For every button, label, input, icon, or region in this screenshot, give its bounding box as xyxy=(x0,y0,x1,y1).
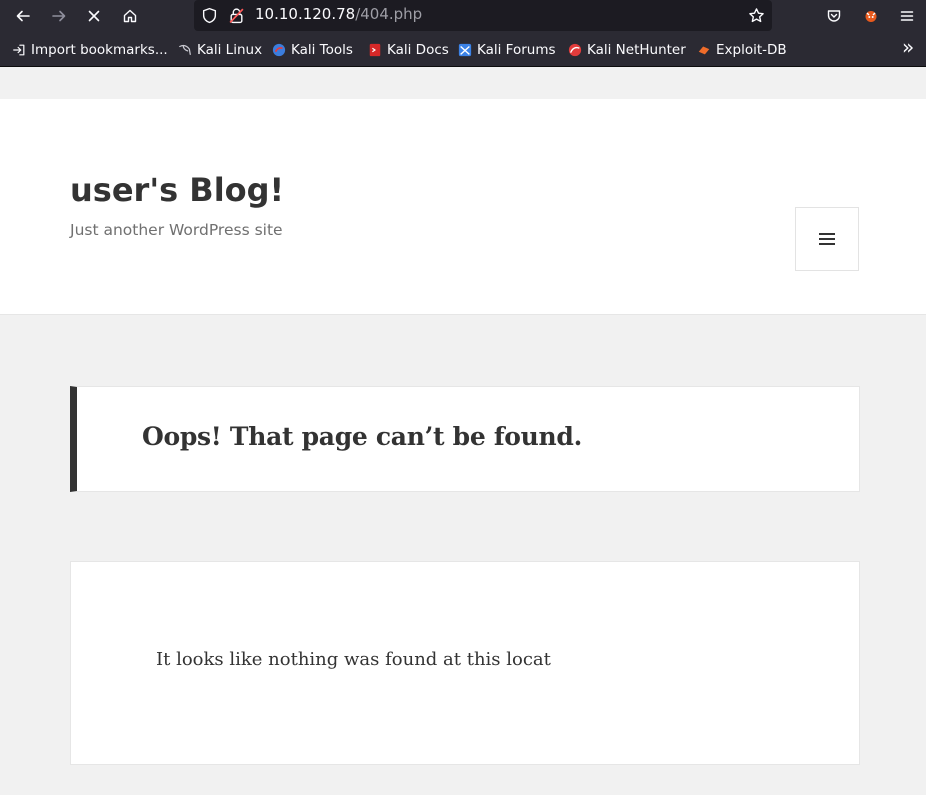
pocket-icon xyxy=(827,10,841,22)
bookmark-kali-linux[interactable]: Kali Linux xyxy=(178,41,262,59)
bookmark-kali-docs[interactable]: Kali Docs xyxy=(368,41,449,59)
hamburger-icon xyxy=(900,11,914,21)
site-title[interactable]: user's Blog! xyxy=(70,171,284,209)
bookmark-label: Kali Tools xyxy=(291,42,353,58)
bookmark-import[interactable]: Import bookmarks... xyxy=(12,41,168,59)
bookmarks-toolbar: Import bookmarks... Kali Linux Kali Tool… xyxy=(0,32,926,67)
bookmark-kali-nethunter[interactable]: Kali NetHunter xyxy=(568,41,686,59)
shield-icon xyxy=(202,7,217,24)
kali-tools-icon xyxy=(272,43,286,57)
forward-button[interactable] xyxy=(45,3,73,29)
arrow-left-icon xyxy=(16,10,30,22)
bookmark-kali-forums[interactable]: Kali Forums xyxy=(458,41,556,59)
browser-toolbar: 10.10.120.78/404.php xyxy=(0,0,926,32)
bookmarks-overflow-button[interactable]: » xyxy=(902,35,915,59)
address-bar[interactable]: 10.10.120.78/404.php xyxy=(194,0,772,31)
page-viewport: user's Blog! Just another WordPress site… xyxy=(0,67,926,795)
chevron-double-right-icon: » xyxy=(902,35,915,59)
extension-fox-icon xyxy=(865,11,877,22)
bookmark-label: Import bookmarks... xyxy=(31,42,168,58)
bookmark-label: Exploit-DB xyxy=(716,42,787,58)
bookmark-label: Kali Forums xyxy=(477,42,556,58)
page-content-card: It looks like nothing was found at this … xyxy=(70,561,860,765)
home-button[interactable] xyxy=(116,3,144,29)
back-button[interactable] xyxy=(9,3,37,29)
insecure-lock-icon[interactable] xyxy=(228,7,245,24)
stop-button[interactable] xyxy=(80,3,108,29)
site-header: user's Blog! Just another WordPress site xyxy=(0,99,926,315)
bookmark-label: Kali NetHunter xyxy=(587,42,686,58)
kali-forums-icon xyxy=(458,43,472,57)
close-icon xyxy=(88,10,100,22)
home-icon xyxy=(123,9,137,23)
pocket-button[interactable] xyxy=(820,3,848,29)
url-text: 10.10.120.78/404.php xyxy=(255,5,422,23)
bookmark-kali-tools[interactable]: Kali Tools xyxy=(272,41,353,59)
not-found-message: It looks like nothing was found at this … xyxy=(156,649,551,670)
kali-nethunter-icon xyxy=(568,43,582,57)
extension-button[interactable] xyxy=(857,3,885,29)
bookmark-exploit-db[interactable]: Exploit-DB xyxy=(697,41,787,59)
bookmark-label: Kali Linux xyxy=(197,42,263,58)
menu-toggle-button[interactable] xyxy=(795,207,859,271)
kali-dragon-icon xyxy=(179,45,191,55)
arrow-right-icon xyxy=(52,10,66,22)
hamburger-icon xyxy=(819,233,835,245)
star-icon[interactable] xyxy=(748,7,765,24)
page-title: Oops! That page can’t be found. xyxy=(142,422,582,451)
app-menu-button[interactable] xyxy=(893,3,921,29)
bookmark-label: Kali Docs xyxy=(387,42,449,58)
site-description: Just another WordPress site xyxy=(70,221,283,239)
url-path: /404.php xyxy=(355,5,423,23)
import-icon xyxy=(13,44,25,56)
url-host: 10.10.120.78 xyxy=(255,5,356,23)
exploit-db-icon xyxy=(698,46,710,55)
page-header-card: Oops! That page can’t be found. xyxy=(70,386,860,492)
kali-docs-icon xyxy=(369,43,381,57)
